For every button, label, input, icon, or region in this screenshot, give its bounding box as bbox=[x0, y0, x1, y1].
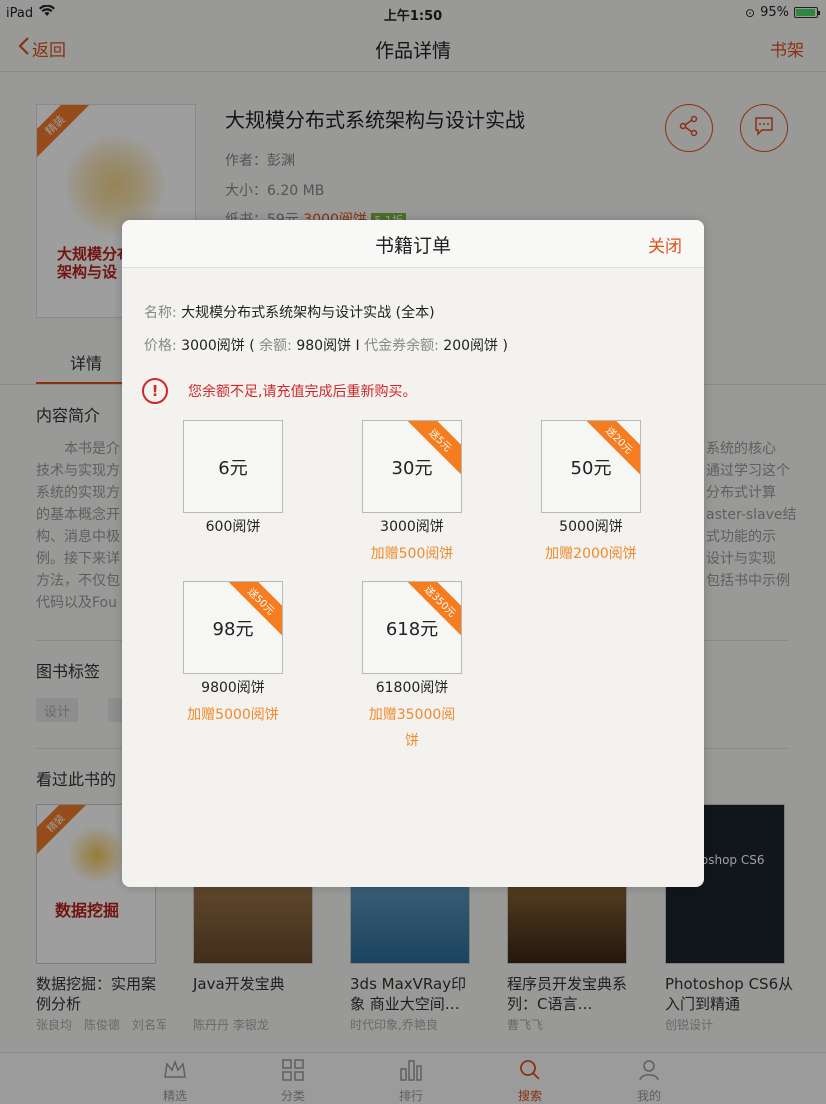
balance-value: 980阅饼 I bbox=[296, 338, 360, 354]
dialog-title: 书籍订单 bbox=[374, 235, 451, 257]
recharge-option-box[interactable]: 6元 bbox=[183, 420, 283, 513]
warning-text: 您余额不足,请充值完成后重新购买。 bbox=[188, 384, 417, 400]
recharge-option-box[interactable]: 98元 送50元 bbox=[183, 581, 283, 674]
order-dialog: 书籍订单 关闭 名称: 大规模分布式系统架构与设计实战 (全本) 价格: 300… bbox=[122, 220, 704, 887]
order-price-row: 价格: 3000阅饼 ( 余额: 980阅饼 I 代金券余额: 200阅饼 ) bbox=[144, 335, 508, 355]
name-label: 名称: bbox=[144, 305, 177, 321]
order-name-row: 名称: 大规模分布式系统架构与设计实战 (全本) bbox=[144, 302, 435, 322]
balance-label: 余额: bbox=[259, 338, 292, 354]
recharge-option[interactable]: 50元 送20元 5000阅饼 加赠2000阅饼 bbox=[541, 420, 641, 567]
recharge-option[interactable]: 6元 600阅饼 bbox=[183, 420, 283, 536]
option-bonus: 加赠35000阅饼 bbox=[368, 707, 456, 749]
voucher-value: 200阅饼 ) bbox=[443, 338, 508, 354]
recharge-option[interactable]: 98元 送50元 9800阅饼 加赠5000阅饼 bbox=[183, 581, 283, 728]
dialog-header: 书籍订单 关闭 bbox=[122, 220, 704, 268]
option-price: 98元 bbox=[212, 618, 254, 640]
option-bonus: 加赠500阅饼 bbox=[370, 546, 454, 562]
option-price: 30元 bbox=[391, 457, 433, 479]
option-bonus: 加赠5000阅饼 bbox=[187, 707, 279, 723]
option-coins: 61800阅饼 bbox=[375, 680, 449, 696]
recharge-option-box[interactable]: 618元 送350元 bbox=[362, 581, 462, 674]
recharge-option-box[interactable]: 50元 送20元 bbox=[541, 420, 641, 513]
insufficient-balance-warning: ! 您余额不足,请充值完成后重新购买。 bbox=[142, 378, 416, 404]
option-price: 618元 bbox=[385, 618, 439, 640]
recharge-option[interactable]: 30元 送5元 3000阅饼 加赠500阅饼 bbox=[362, 420, 462, 567]
price-value: 3000阅饼 ( bbox=[181, 338, 255, 354]
warning-icon: ! bbox=[142, 378, 168, 404]
option-coins: 3000阅饼 bbox=[380, 519, 444, 535]
price-label: 价格: bbox=[144, 338, 177, 354]
option-bonus: 加赠2000阅饼 bbox=[545, 546, 637, 562]
option-price: 6元 bbox=[218, 457, 248, 479]
recharge-option[interactable]: 618元 送350元 61800阅饼 加赠35000阅饼 bbox=[362, 581, 462, 754]
option-coins: 9800阅饼 bbox=[201, 680, 265, 696]
option-coins: 5000阅饼 bbox=[559, 519, 623, 535]
option-coins: 600阅饼 bbox=[205, 519, 261, 535]
name-value: 大规模分布式系统架构与设计实战 (全本) bbox=[181, 305, 435, 321]
option-price: 50元 bbox=[570, 457, 612, 479]
voucher-label: 代金券余额: bbox=[364, 338, 439, 354]
close-button[interactable]: 关闭 bbox=[648, 232, 682, 257]
recharge-option-box[interactable]: 30元 送5元 bbox=[362, 420, 462, 513]
